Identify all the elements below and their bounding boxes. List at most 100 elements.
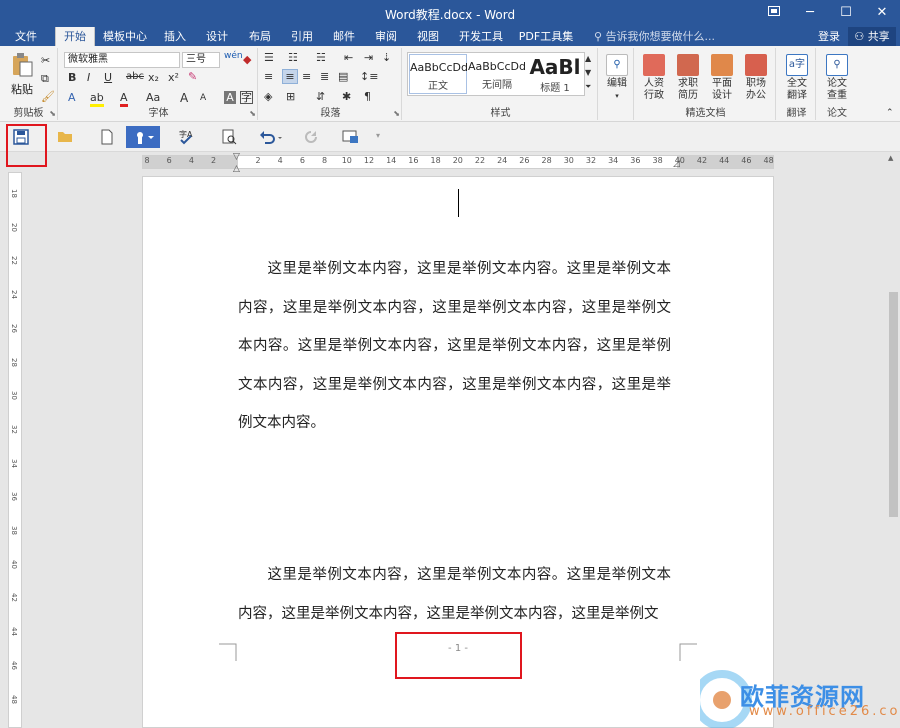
distributed-icon[interactable]: ▤	[338, 70, 348, 83]
dialog-launcher-icon[interactable]: ⬊	[49, 109, 56, 118]
scrollbar-thumb[interactable]	[889, 292, 898, 517]
tab-review[interactable]: 审阅	[369, 27, 403, 46]
vertical-ruler[interactable]: 18 20 22 24 26 28 30 32 34 36 38 40 42 44 46 48	[8, 172, 22, 728]
touch-mode-button[interactable]	[126, 126, 160, 148]
template-office-button[interactable]: 职场 办公	[739, 54, 773, 102]
editing-button[interactable]: ⚲ 编辑 ▾	[600, 54, 634, 102]
paragraph-label: 段落	[320, 108, 341, 119]
chinese-layout-icon[interactable]: ⇣	[382, 51, 391, 64]
decrease-indent-icon[interactable]: ⇤	[344, 51, 353, 64]
cut-icon[interactable]: ✂	[41, 54, 50, 67]
font-name-select[interactable]: 微软雅黑	[64, 52, 180, 68]
document-paragraph[interactable]: 这里是举例文本内容，这里是举例文本内容。这里是举例文本内容，这里是举例文本内容，…	[238, 250, 671, 443]
multilevel-list-icon[interactable]: ☵	[316, 51, 326, 64]
redo-button[interactable]	[298, 126, 324, 148]
tab-design[interactable]: 设计	[200, 27, 234, 46]
tell-me-search[interactable]: ⚲ 告诉我你想要做什么...	[594, 27, 715, 46]
align-left-icon[interactable]: ≡	[264, 70, 273, 83]
tab-layout[interactable]: 布局	[243, 27, 277, 46]
phonetic-guide-icon[interactable]: wén	[224, 51, 243, 61]
tab-file[interactable]: 文件	[6, 27, 46, 46]
numbering-icon[interactable]: ☷	[288, 51, 298, 64]
style-normal[interactable]: AaBbCcDd 正文	[409, 54, 468, 94]
spelling-check-button[interactable]: 字A	[174, 126, 200, 148]
template-resume-button[interactable]: 求职 简历	[671, 54, 705, 102]
tab-pdf-tools[interactable]: PDF工具集	[515, 27, 577, 46]
borders-icon[interactable]: ⊞	[286, 90, 295, 103]
line-spacing-icon[interactable]: ↕≡	[360, 70, 378, 83]
close-button[interactable]: ✕	[864, 0, 900, 27]
grow-font-button[interactable]: A	[180, 91, 188, 105]
restore-icon[interactable]	[756, 0, 792, 27]
tab-mailings[interactable]: 邮件	[327, 27, 361, 46]
asian-typography-icon[interactable]: ✱	[342, 90, 351, 103]
styles-scroll-down-icon[interactable]: ▼	[585, 68, 591, 77]
print-preview-icon	[222, 129, 237, 145]
font-size-select[interactable]: 三号	[182, 52, 220, 68]
show-marks-icon[interactable]: ¶	[364, 90, 371, 103]
new-document-button[interactable]	[94, 126, 120, 148]
paper-check-icon: ⚲	[826, 54, 848, 76]
tab-developer[interactable]: 开发工具	[455, 27, 507, 46]
maximize-button[interactable]: ☐	[828, 0, 864, 27]
vertical-ruler-tick-label: 30	[10, 391, 18, 401]
dialog-launcher-icon[interactable]: ⬊	[249, 109, 256, 118]
vertical-scrollbar[interactable]: ▲	[886, 152, 900, 728]
styles-more-icon[interactable]: ⏷	[585, 82, 591, 92]
tab-home[interactable]: 开始	[55, 27, 95, 46]
bullets-icon[interactable]: ☰	[264, 51, 274, 64]
template-hr-button[interactable]: 人资 行政	[637, 54, 671, 102]
style-no-spacing[interactable]: AaBbCcDd 无间隔	[468, 54, 526, 94]
style-heading-1[interactable]: AaBl 标题 1	[526, 54, 584, 94]
template-graphic-button[interactable]: 平面 设计	[705, 54, 739, 102]
paste-button[interactable]: 粘贴	[7, 52, 37, 97]
character-shading-icon[interactable]: A	[224, 91, 236, 104]
copy-icon[interactable]: ⧉	[41, 72, 49, 86]
tab-view[interactable]: 视图	[411, 27, 445, 46]
italic-button[interactable]: I	[87, 71, 90, 84]
align-center-icon[interactable]: ≡	[282, 69, 298, 84]
login-button[interactable]: 登录	[812, 27, 846, 46]
hanging-indent-marker-icon[interactable]: △	[233, 164, 240, 174]
format-painter-icon[interactable]: 🖌	[41, 90, 55, 103]
scroll-up-icon[interactable]: ▲	[888, 154, 893, 162]
superscript-button[interactable]: x²	[168, 71, 179, 84]
clear-format-icon[interactable]: ◆	[243, 53, 251, 66]
minimize-button[interactable]: ─	[792, 0, 828, 27]
collapse-ribbon-icon[interactable]: ⌃	[886, 108, 894, 118]
sort-icon[interactable]: ⇵	[316, 90, 325, 103]
print-preview-button[interactable]	[216, 126, 242, 148]
right-indent-marker-icon[interactable]: ◿	[673, 159, 680, 169]
tab-insert[interactable]: 插入	[158, 27, 192, 46]
justify-icon[interactable]: ≣	[320, 70, 329, 83]
strikethrough-button[interactable]: abc	[126, 71, 144, 82]
dialog-launcher-icon[interactable]: ⬊	[393, 109, 400, 118]
align-right-icon[interactable]: ≡	[302, 70, 311, 83]
document-paragraph[interactable]: 这里是举例文本内容，这里是举例文本内容。这里是举例文本内容，这里是举例文本内容，…	[238, 556, 671, 635]
subscript-button[interactable]: x₂	[148, 71, 159, 84]
full-translate-button[interactable]: a字 全文 翻译	[780, 54, 814, 102]
share-button[interactable]: ⚇ 共享	[848, 27, 896, 46]
shrink-font-button[interactable]: A	[200, 93, 206, 103]
change-case-button[interactable]: Aa	[146, 91, 160, 104]
ribbon: 粘贴 ✂ ⧉ 🖌 剪贴板 ⬊ 微软雅黑 三号 wén ◆ B I U abc x…	[0, 46, 900, 122]
vertical-ruler-tick-label: 32	[10, 424, 18, 434]
screen-capture-button[interactable]	[338, 126, 364, 148]
text-effect-icon[interactable]: ✎	[188, 70, 197, 83]
tab-templates[interactable]: 模板中心	[100, 27, 150, 46]
underline-button[interactable]: U	[104, 71, 112, 84]
tab-references[interactable]: 引用	[285, 27, 319, 46]
text-effects-button[interactable]: A	[68, 91, 76, 104]
increase-indent-icon[interactable]: ⇥	[364, 51, 373, 64]
horizontal-ruler[interactable]: 8 6 4 2 2 4 6 8 10 12 14 16 18 20 22 24 26 28 30 32 34 36 38 40…	[142, 152, 774, 174]
vertical-ruler-tick-label: 28	[10, 357, 18, 367]
first-line-indent-marker-icon[interactable]: ▽	[233, 152, 240, 162]
customize-toolbar-icon[interactable]: ▾	[376, 131, 380, 140]
shading-icon[interactable]: ◈	[264, 90, 272, 103]
bold-button[interactable]: B	[68, 71, 76, 84]
paper-check-button[interactable]: ⚲ 论文 查重	[820, 54, 854, 102]
open-button[interactable]	[52, 126, 78, 148]
enclosed-character-icon[interactable]: 字	[240, 91, 253, 104]
styles-scroll-up-icon[interactable]: ▲	[585, 54, 591, 63]
undo-button[interactable]	[256, 126, 286, 148]
